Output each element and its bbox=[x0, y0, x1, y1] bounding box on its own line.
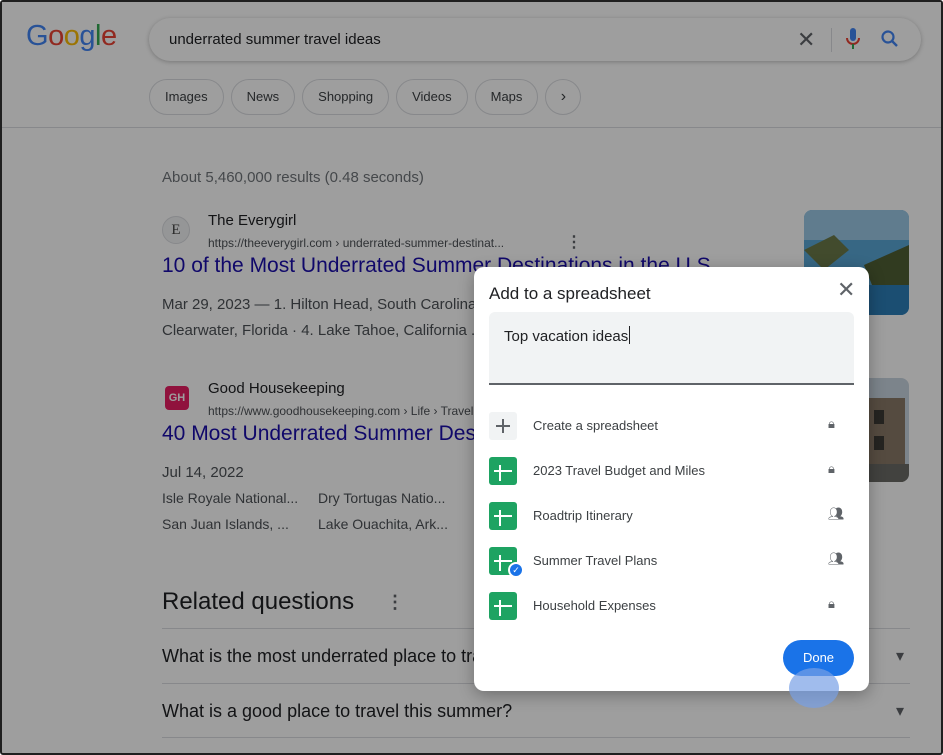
shared-people-icon: 👥︎ bbox=[828, 551, 845, 566]
text-cursor bbox=[629, 326, 631, 344]
spreadsheet-item[interactable]: Household Expenses 🔒︎ bbox=[489, 587, 854, 627]
checkmark-icon: ✓ bbox=[508, 562, 524, 578]
spreadsheet-name-field[interactable]: Top vacation ideas bbox=[489, 312, 854, 385]
sheets-icon bbox=[489, 592, 517, 620]
spreadsheet-item[interactable]: 2023 Travel Budget and Miles 🔒︎ bbox=[489, 452, 854, 492]
item-label: 2023 Travel Budget and Miles bbox=[533, 463, 705, 478]
sheets-icon bbox=[489, 457, 517, 485]
spreadsheet-name-value: Top vacation ideas bbox=[504, 328, 629, 345]
create-spreadsheet-item[interactable]: Create a spreadsheet 🔒︎ bbox=[489, 407, 854, 447]
spreadsheet-item-selected[interactable]: ✓ Summer Travel Plans 👥︎ bbox=[489, 542, 854, 582]
item-label: Roadtrip Itinerary bbox=[533, 508, 633, 523]
lock-icon: 🔒︎ bbox=[828, 416, 835, 431]
lock-icon: 🔒︎ bbox=[828, 596, 835, 611]
dialog-title: Add to a spreadsheet bbox=[489, 284, 651, 303]
close-icon[interactable]: ✕ bbox=[837, 277, 855, 303]
screen: Google underrated summer travel ideas ✕ … bbox=[0, 0, 943, 755]
item-label: Summer Travel Plans bbox=[533, 553, 658, 568]
touch-indicator bbox=[789, 668, 839, 708]
plus-icon bbox=[489, 412, 517, 440]
add-to-spreadsheet-dialog: Add to a spreadsheet ✕ Top vacation idea… bbox=[474, 267, 869, 691]
sheets-icon bbox=[489, 502, 517, 530]
item-label: Household Expenses bbox=[533, 598, 656, 613]
shared-people-icon: 👥︎ bbox=[828, 506, 845, 521]
spreadsheet-item[interactable]: Roadtrip Itinerary 👥︎ bbox=[489, 497, 854, 537]
lock-icon: 🔒︎ bbox=[828, 461, 835, 476]
item-label: Create a spreadsheet bbox=[533, 418, 659, 433]
